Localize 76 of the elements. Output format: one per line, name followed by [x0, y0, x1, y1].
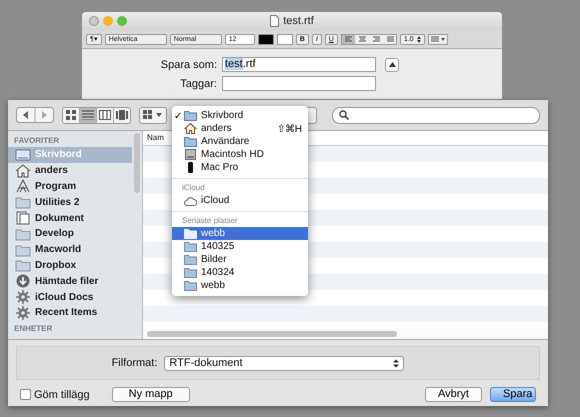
horizontal-scrollbar[interactable]: [147, 331, 397, 337]
folder-icon: [184, 254, 197, 265]
folder-icon: [184, 267, 197, 278]
sidebar-heading: FAVORITER: [13, 135, 60, 147]
menu-item[interactable]: webb: [172, 279, 308, 292]
up-down-arrows-icon: [393, 358, 400, 368]
new-folder-button[interactable]: Ny mapp: [112, 387, 190, 402]
save-button[interactable]: Spara: [490, 387, 536, 402]
cloud-icon: [184, 195, 197, 206]
sidebar-item[interactable]: Program: [8, 178, 132, 194]
docs-icon: [15, 211, 31, 226]
alignment-buttons[interactable]: [340, 34, 397, 44]
menu-item[interactable]: Användare: [172, 135, 308, 148]
view-mode-button[interactable]: [114, 108, 130, 122]
view-mode-button[interactable]: [80, 108, 97, 122]
document-icon: [270, 15, 280, 27]
menu-item[interactable]: Bilder: [172, 253, 308, 266]
menu-item[interactable]: webb: [172, 227, 308, 240]
window-title: test.rtf: [283, 15, 314, 27]
save-as-field[interactable]: test.rtf: [222, 57, 376, 72]
sidebar-scrollbar[interactable]: [134, 133, 140, 193]
tags-field[interactable]: [222, 76, 376, 91]
sidebar-item[interactable]: Utilities 2: [8, 194, 132, 210]
menu-item[interactable]: ✓ Skrivbord: [172, 109, 308, 122]
menu-item[interactable]: 140324: [172, 266, 308, 279]
folder-icon: [15, 226, 31, 241]
menu-item[interactable]: anders ⇧⌘H: [172, 122, 308, 135]
text-color-swatch[interactable]: [258, 34, 274, 44]
folder-icon: [184, 280, 197, 291]
shortcut-label: ⇧⌘H: [276, 122, 302, 134]
search-icon: [339, 110, 349, 120]
download-icon: [15, 274, 31, 288]
view-mode-button[interactable]: [63, 108, 80, 122]
hide-extension-label: Göm tillägg: [34, 388, 90, 400]
view-mode-button[interactable]: [97, 108, 114, 122]
triangle-icon: [388, 62, 396, 67]
menu-item[interactable]: 140325: [172, 240, 308, 253]
folder-icon: [15, 195, 31, 210]
menu-item[interactable]: iCloud: [172, 194, 308, 207]
sidebar-heading: ENHETER: [13, 322, 54, 335]
home-icon: [15, 164, 31, 178]
arrange-dropdown[interactable]: [139, 106, 167, 124]
up-down-arrows-icon: [416, 36, 421, 42]
sidebar-item[interactable]: Hämtade filer: [8, 273, 132, 290]
file-format-dropdown[interactable]: RTF-dokument: [164, 356, 404, 370]
search-field[interactable]: [332, 106, 540, 124]
collapse-button[interactable]: [385, 58, 399, 72]
gear-icon: [15, 290, 31, 304]
tags-label: Taggar:: [179, 78, 217, 90]
menu-item[interactable]: Macintosh HD: [172, 148, 308, 161]
cancel-button[interactable]: Avbryt: [425, 387, 482, 402]
folder-icon: [184, 228, 197, 239]
gear-icon: [15, 306, 31, 320]
sidebar-item[interactable]: Macworld: [8, 242, 132, 258]
sidebar-item[interactable]: Develop: [8, 226, 132, 242]
apps-icon: [15, 179, 31, 194]
file-format-label: Filformat:: [112, 357, 158, 369]
sidebar-item[interactable]: Dropbox: [8, 258, 132, 274]
menu-item[interactable]: Mac Pro: [172, 161, 308, 174]
sidebar-item[interactable]: iCloud Docs: [8, 289, 132, 305]
folder-icon: [15, 258, 31, 272]
hide-extension-checkbox[interactable]: [20, 389, 31, 400]
menu-section-heading: iCloud: [181, 182, 206, 194]
sidebar-item[interactable]: Dokument: [8, 210, 132, 226]
checkmark-icon: ✓: [174, 110, 182, 122]
sidebar-item[interactable]: Recent Items: [8, 304, 132, 321]
menu-section-heading: Senaste platser: [181, 215, 239, 227]
list-dropdown-icon[interactable]: [428, 34, 448, 44]
sidebar-item[interactable]: anders: [8, 162, 132, 179]
column-header[interactable]: Nam: [147, 133, 164, 142]
back-forward-buttons[interactable]: [16, 107, 54, 123]
save-as-label: Spara som:: [160, 58, 217, 70]
background-color-swatch[interactable]: [276, 34, 293, 44]
home-icon: [184, 123, 197, 134]
folder-icon: [15, 242, 31, 257]
grid-icon: [143, 110, 163, 120]
